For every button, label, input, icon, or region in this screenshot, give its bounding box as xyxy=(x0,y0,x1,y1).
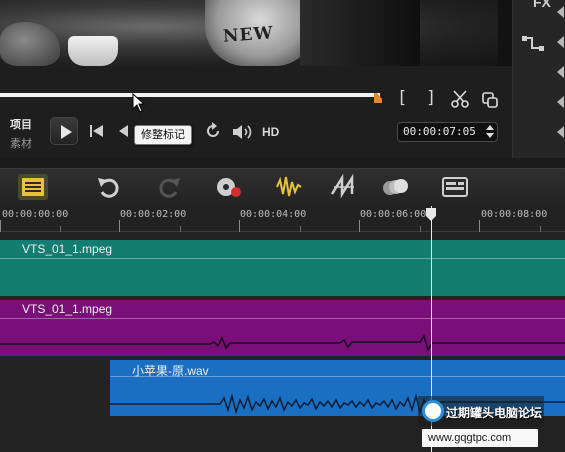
panel-scroll-arrows[interactable] xyxy=(555,0,565,158)
redo-button[interactable] xyxy=(154,174,184,200)
volume-icon[interactable] xyxy=(232,123,256,141)
ruler-tick xyxy=(0,220,1,232)
trim-marker-handle[interactable] xyxy=(373,93,383,103)
trim-marker-tooltip: 修整标记 xyxy=(134,125,192,145)
effects-panel: FX xyxy=(512,0,565,158)
scrubber-bar[interactable] xyxy=(0,93,380,97)
video-preview: NEW xyxy=(0,0,512,66)
watermark-logo-icon xyxy=(422,400,444,422)
ruler-tick xyxy=(479,220,480,232)
motion-tracking-button[interactable] xyxy=(380,174,410,200)
undo-icon xyxy=(98,178,119,198)
playback-controls xyxy=(0,66,512,158)
subtitle-icon xyxy=(442,177,468,197)
storyboard-view-button[interactable] xyxy=(18,174,48,200)
storyboard-icon xyxy=(22,178,44,196)
video-clip-label: VTS_01_1.mpeg xyxy=(22,242,113,256)
repeat-icon[interactable] xyxy=(204,122,222,140)
watermark: 过期罐头电脑论坛 www.gqgtpc.com xyxy=(418,396,565,452)
mark-in-button[interactable]: [ xyxy=(397,88,407,108)
record-icon xyxy=(217,178,241,197)
go-to-start-icon[interactable] xyxy=(89,124,105,138)
timecode-spinner[interactable] xyxy=(486,125,494,139)
previous-frame-icon[interactable] xyxy=(117,124,129,138)
arrow-left-icon[interactable] xyxy=(557,126,564,138)
ruler-tick xyxy=(239,220,240,232)
mouse-cursor-icon xyxy=(132,93,146,113)
auto-music-icon xyxy=(330,173,354,199)
preview-jacket xyxy=(300,0,420,66)
audio-waveform xyxy=(0,334,565,352)
ruler-tick xyxy=(359,220,360,232)
clip-volume-line xyxy=(0,318,565,319)
undo-button[interactable] xyxy=(94,174,124,200)
subtitle-editor-button[interactable] xyxy=(440,174,470,200)
playhead-handle[interactable] xyxy=(425,208,437,222)
motion-tracking-icon xyxy=(383,179,408,195)
auto-music-button[interactable] xyxy=(328,173,358,200)
mode-clip-label[interactable]: 素材 xyxy=(10,135,32,151)
timeline-toolbar xyxy=(0,168,565,206)
copy-icon[interactable] xyxy=(481,91,499,109)
record-capture-button[interactable] xyxy=(214,174,244,200)
watermark-url: www.gqgtpc.com xyxy=(422,429,538,447)
ruler-label: 00:00:06:00 xyxy=(360,209,427,220)
audio-clip-label: VTS_01_1.mpeg xyxy=(22,302,113,316)
ruler-label: 00:00:02:00 xyxy=(120,209,187,220)
mode-switch[interactable]: 项目 素材 xyxy=(10,116,32,151)
mark-out-button[interactable]: ] xyxy=(426,88,436,108)
ruler-label: 00:00:08:00 xyxy=(481,209,548,220)
redo-icon xyxy=(159,178,180,198)
watermark-banner: 过期罐头电脑论坛 xyxy=(418,396,544,426)
track-spacer xyxy=(0,232,565,240)
sound-mixer-icon xyxy=(276,176,302,197)
timeline-ruler[interactable]: 00:00:00:00 00:00:02:00 00:00:04:00 00:0… xyxy=(0,206,565,232)
timecode-value: 00:00:07:05 xyxy=(403,125,476,138)
scissors-icon[interactable] xyxy=(451,90,469,108)
clip-volume-line xyxy=(0,258,565,259)
video-track[interactable]: VTS_01_1.mpeg xyxy=(0,240,565,296)
arrow-left-icon[interactable] xyxy=(557,6,564,18)
arrow-left-icon[interactable] xyxy=(557,36,564,48)
fx-label[interactable]: FX xyxy=(533,0,551,10)
video-editor-window: NEW FX [ ] 项目 素材 HD 00:00:07:05 00:00:00… xyxy=(0,0,565,452)
preview-cup xyxy=(68,36,118,66)
arrow-left-icon[interactable] xyxy=(557,96,564,108)
ruler-tick xyxy=(119,220,120,232)
video-audio-track[interactable]: VTS_01_1.mpeg xyxy=(0,300,565,356)
hd-button[interactable]: HD xyxy=(262,125,279,139)
transition-icon[interactable] xyxy=(521,32,545,54)
ruler-label: 00:00:00:00 xyxy=(2,209,69,220)
shirt-text: NEW xyxy=(222,23,275,47)
timecode-field[interactable]: 00:00:07:05 xyxy=(397,122,498,142)
sound-mixer-button[interactable] xyxy=(274,174,304,200)
watermark-title: 过期罐头电脑论坛 xyxy=(446,406,543,420)
ruler-label: 00:00:04:00 xyxy=(240,209,307,220)
mode-project-label[interactable]: 项目 xyxy=(10,116,32,132)
arrow-left-icon[interactable] xyxy=(557,66,564,78)
play-button[interactable] xyxy=(50,117,78,145)
preview-shirt: NEW xyxy=(205,0,315,66)
music-clip-label: 小苹果-原.wav xyxy=(132,364,209,378)
